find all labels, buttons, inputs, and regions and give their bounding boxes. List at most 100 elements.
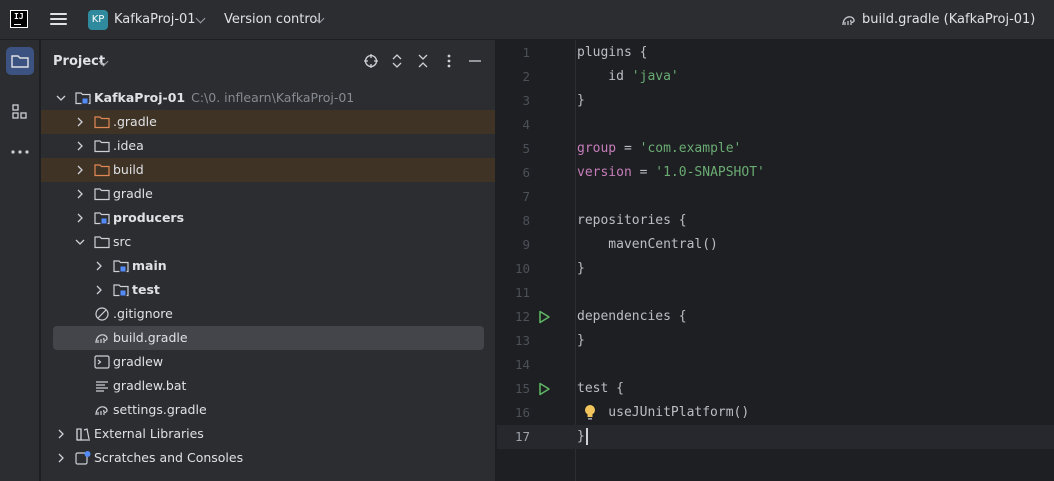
code-line[interactable]: 7 xyxy=(497,185,1054,209)
module-folder-icon xyxy=(113,284,129,297)
code-line[interactable]: 14 xyxy=(497,353,1054,377)
code-line[interactable]: 8 repositories { xyxy=(497,209,1054,233)
project-tool-button[interactable] xyxy=(6,47,34,75)
chevron-down-icon xyxy=(195,13,206,24)
chevron-right-icon[interactable] xyxy=(93,278,105,302)
excluded-folder-icon xyxy=(94,116,110,129)
hide-panel-icon[interactable] xyxy=(467,53,483,69)
tree-item[interactable]: gradlew xyxy=(41,350,495,374)
structure-tool-button[interactable] xyxy=(6,98,34,126)
tree-item-text: gradle xyxy=(113,186,153,201)
tree-item-label: gradlew xyxy=(113,350,163,374)
folder-icon xyxy=(94,236,110,249)
tree-item-label: .idea xyxy=(113,134,144,158)
code-token: } xyxy=(577,261,585,276)
tree-item[interactable]: Scratches and Consoles xyxy=(41,446,495,470)
line-number: 1 xyxy=(522,45,530,60)
main-menu-icon[interactable] xyxy=(50,12,67,26)
chevron-right-icon[interactable] xyxy=(74,206,86,230)
chevron-right-icon[interactable] xyxy=(74,158,86,182)
code-line[interactable]: 9 mavenCentral() xyxy=(497,233,1054,257)
structure-icon xyxy=(12,104,27,119)
panel-title: Project xyxy=(53,54,106,69)
code-line[interactable]: 13} xyxy=(497,329,1054,353)
tree-item-label: settings.gradle xyxy=(113,398,207,422)
line-number: 7 xyxy=(522,189,530,204)
tree-item-text: main xyxy=(132,258,167,273)
tree-item[interactable]: src xyxy=(41,230,495,254)
chevron-right-icon[interactable] xyxy=(55,446,67,470)
chevron-right-icon[interactable] xyxy=(74,182,86,206)
tree-item[interactable]: .idea xyxy=(41,134,495,158)
tree-item-label: producers xyxy=(113,206,184,230)
tree-item[interactable]: gradle xyxy=(41,182,495,206)
code-keyword: group xyxy=(577,141,617,156)
tree-item[interactable]: main xyxy=(41,254,495,278)
tree-item-label: .gitignore xyxy=(113,302,173,326)
tree-item[interactable]: External Libraries xyxy=(41,422,495,446)
line-number: 4 xyxy=(522,117,530,132)
window-file-title: build.gradle (KafkaProj-01) xyxy=(862,12,1036,27)
run-icon[interactable] xyxy=(537,310,551,324)
chevron-right-icon[interactable] xyxy=(93,254,105,278)
code-line[interactable]: 11 xyxy=(497,281,1054,305)
code-line[interactable]: 4 xyxy=(497,113,1054,137)
line-number: 11 xyxy=(514,285,530,300)
gradle-icon xyxy=(842,16,855,26)
code-line[interactable]: 12 dependencies { xyxy=(497,305,1054,329)
intellij-logo-icon[interactable]: IJ xyxy=(10,10,28,28)
run-icon[interactable] xyxy=(537,382,551,396)
code-text: id 'java' xyxy=(577,65,678,89)
excluded-folder-icon xyxy=(94,164,110,177)
code-line[interactable]: 16 useJUnitPlatform() xyxy=(497,401,1054,425)
libraries-icon xyxy=(76,428,90,441)
code-editor[interactable]: 1 plugins { 2 id 'java' 3} 4 5 group = 'com.ex… xyxy=(497,40,1054,481)
code-token: = xyxy=(616,141,640,156)
more-tools-button[interactable] xyxy=(6,138,34,166)
code-line[interactable]: 10} xyxy=(497,257,1054,281)
tree-item-label: build xyxy=(113,158,144,182)
chevron-right-icon[interactable] xyxy=(74,110,86,134)
code-line[interactable]: 15 test { xyxy=(497,377,1054,401)
tree-item-text: KafkaProj-01 xyxy=(94,90,186,105)
gitignore-icon xyxy=(95,307,109,321)
tree-item[interactable]: .gradle xyxy=(41,110,495,134)
options-icon[interactable] xyxy=(441,53,457,69)
chevron-down-icon[interactable] xyxy=(74,230,86,254)
tree-item-text: src xyxy=(113,234,132,249)
code-line[interactable]: 2 id 'java' xyxy=(497,65,1054,89)
tree-item[interactable]: KafkaProj-01 C:\0. inflearn\KafkaProj-01 xyxy=(41,86,495,110)
code-line[interactable]: 6 version = '1.0-SNAPSHOT' xyxy=(497,161,1054,185)
line-number: 10 xyxy=(514,261,530,276)
code-text: } xyxy=(577,257,585,281)
tree-item-label: gradle xyxy=(113,182,153,206)
code-line[interactable]: 1 plugins { xyxy=(497,41,1054,65)
line-number: 8 xyxy=(522,213,530,228)
left-tool-strip xyxy=(0,40,40,481)
folder-icon xyxy=(11,55,29,68)
code-token: mavenCentral() xyxy=(577,237,718,252)
code-line[interactable]: 5 group = 'com.example' xyxy=(497,137,1054,161)
code-text: test { xyxy=(577,377,624,401)
tree-item[interactable]: producers xyxy=(41,206,495,230)
tree-item-text: .idea xyxy=(113,138,144,153)
code-line[interactable]: 3} xyxy=(497,89,1054,113)
collapse-all-icon[interactable] xyxy=(415,53,431,69)
tree-item[interactable]: build xyxy=(41,158,495,182)
locate-file-icon[interactable] xyxy=(363,53,379,69)
code-line[interactable]: 17} xyxy=(497,425,1054,449)
chevron-right-icon[interactable] xyxy=(74,134,86,158)
code-text: } xyxy=(577,89,585,113)
tree-item[interactable]: .gitignore xyxy=(41,302,495,326)
tree-item[interactable]: test xyxy=(41,278,495,302)
expand-all-icon[interactable] xyxy=(389,53,405,69)
chevron-right-icon[interactable] xyxy=(55,422,67,446)
code-token: plugins { xyxy=(577,45,648,60)
folder-icon xyxy=(94,140,110,153)
tree-item[interactable]: build.gradle xyxy=(53,326,484,350)
tree-item[interactable]: settings.gradle xyxy=(41,398,495,422)
tree-item[interactable]: gradlew.bat xyxy=(41,374,495,398)
code-keyword: version xyxy=(577,165,632,180)
chevron-down-icon[interactable] xyxy=(55,86,67,110)
code-string: 'com.example' xyxy=(639,141,742,156)
